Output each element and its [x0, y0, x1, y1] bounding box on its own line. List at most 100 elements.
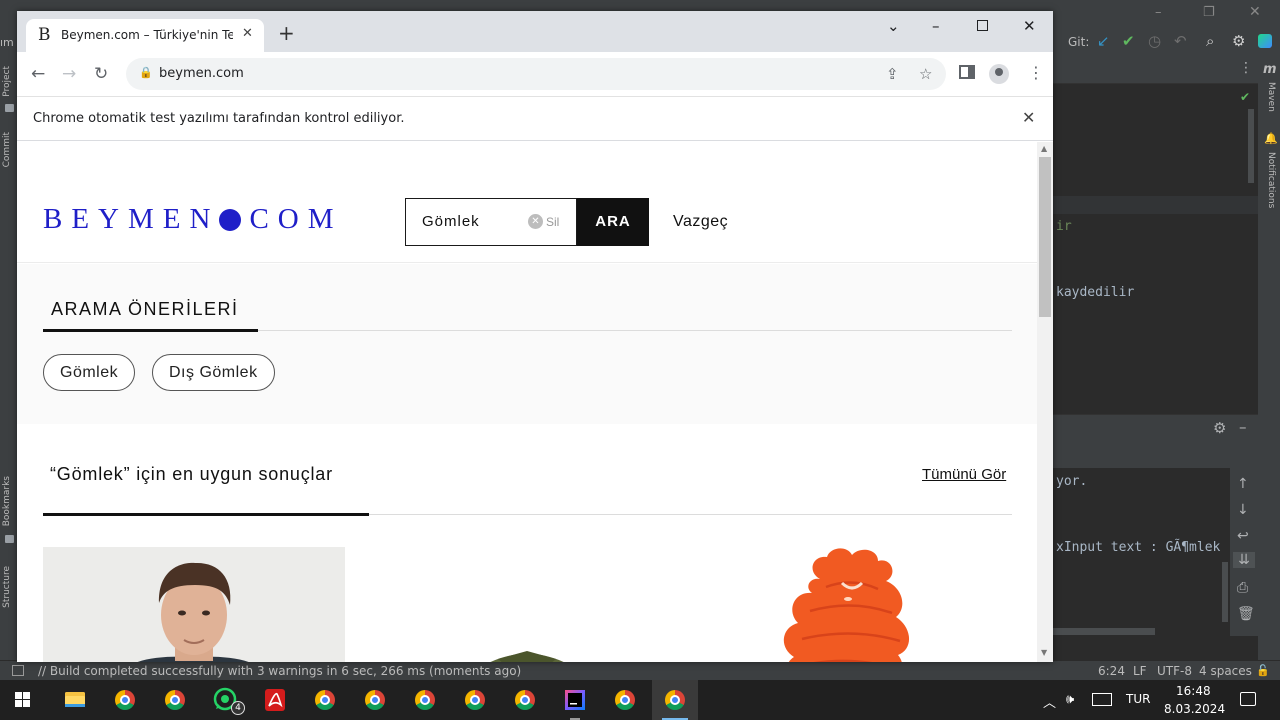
indent-setting[interactable]: 4 spaces	[1199, 664, 1252, 678]
scroll-thumb[interactable]	[1039, 157, 1051, 317]
side-panel-icon[interactable]	[959, 65, 975, 79]
console-vscroll-thumb[interactable]	[1222, 562, 1228, 622]
ide-close-icon[interactable]: ✕	[1249, 4, 1261, 20]
run-settings-gear-icon[interactable]: ⚙	[1213, 419, 1226, 437]
hide-panel-icon[interactable]: –	[1239, 418, 1247, 436]
browser-toolbar: ← → ↻ 🔒 beymen.com ⇪ ☆ ⋮	[17, 52, 1053, 97]
tool-tab-notifications[interactable]: Notifications	[1262, 152, 1276, 208]
print-icon[interactable]: ⎙	[1237, 580, 1248, 596]
scroll-up-arrow-icon[interactable]: ▲	[1041, 144, 1047, 153]
git-update-icon[interactable]: ↙	[1097, 32, 1110, 50]
suggestion-chip[interactable]: Gömlek	[43, 354, 136, 391]
tab-close-icon[interactable]: ✕	[242, 26, 253, 41]
address-bar[interactable]: 🔒 beymen.com ⇪ ☆	[126, 58, 946, 90]
search-button[interactable]: ARA	[577, 198, 649, 246]
settings-gear-icon[interactable]: ⚙	[1232, 32, 1245, 50]
taskbar-chrome[interactable]	[152, 680, 198, 720]
more-vertical-icon[interactable]: ⋮	[1239, 60, 1253, 76]
search-input[interactable]	[422, 213, 522, 230]
product-card-image[interactable]	[372, 547, 674, 662]
trash-icon[interactable]: 🗑	[1237, 606, 1255, 622]
taskbar-chrome[interactable]	[302, 680, 348, 720]
editor-scroll-thumb[interactable]	[1248, 109, 1254, 183]
folder-icon	[65, 692, 85, 707]
clear-search-label[interactable]: Sil	[546, 215, 559, 229]
lock-icon[interactable]: 🔓	[1256, 664, 1270, 677]
see-all-link[interactable]: Tümünü Gör	[922, 466, 1006, 483]
keyboard-icon[interactable]	[1092, 693, 1112, 706]
git-commit-icon[interactable]: ✔	[1122, 32, 1135, 50]
ide-minimize-icon[interactable]: –	[1155, 5, 1162, 20]
search-icon[interactable]: ⌕	[1206, 32, 1214, 50]
scroll-down-arrow-icon[interactable]: ▼	[1041, 648, 1047, 657]
scroll-to-end-icon[interactable]: ⇊	[1233, 552, 1255, 568]
notification-center-icon[interactable]	[1240, 692, 1256, 706]
line-ending[interactable]: LF	[1133, 664, 1147, 678]
maximize-icon[interactable]	[977, 20, 988, 31]
clock-time[interactable]: 16:48	[1176, 684, 1211, 698]
tray-overflow-chevron-icon[interactable]: ︿	[1043, 692, 1056, 711]
logo-text-right: COM	[249, 203, 343, 235]
tool-tab-structure[interactable]: Structure	[2, 566, 16, 608]
file-encoding[interactable]: UTF-8	[1157, 664, 1192, 678]
clear-search-icon[interactable]: ✕	[528, 214, 543, 229]
volume-icon[interactable]: 🕪	[1066, 692, 1074, 707]
product-card-image[interactable]	[43, 547, 345, 662]
back-arrow-icon[interactable]: ←	[31, 64, 45, 84]
beymen-logo[interactable]: BEYMEN COM	[43, 203, 343, 236]
ide-restore-icon[interactable]: ❐	[1203, 5, 1215, 20]
panel-toggle-icon[interactable]	[12, 665, 24, 676]
tool-tab-project[interactable]: Project	[2, 66, 16, 97]
url-text[interactable]: beymen.com	[159, 66, 244, 81]
windows-start-button[interactable]	[0, 680, 46, 720]
page-scrollbar[interactable]: ▲ ▼	[1037, 142, 1053, 662]
soft-wrap-icon[interactable]: ↩	[1237, 528, 1249, 544]
lock-icon[interactable]: 🔒	[139, 66, 153, 79]
arrow-down-icon[interactable]: ↓	[1237, 502, 1249, 518]
taskbar-file-explorer[interactable]	[52, 680, 98, 720]
taskbar-chrome[interactable]	[102, 680, 148, 720]
cancel-button[interactable]: Vazgeç	[673, 213, 728, 231]
console-hscroll-thumb[interactable]	[1053, 628, 1155, 635]
bookmark-star-icon[interactable]: ☆	[919, 65, 932, 83]
chrome-icon	[665, 690, 685, 710]
git-history-icon[interactable]: ◷	[1148, 32, 1161, 50]
git-rollback-icon[interactable]: ↶	[1174, 32, 1187, 50]
caret-position[interactable]: 6:24	[1098, 664, 1125, 678]
taskbar-acrobat[interactable]	[252, 680, 298, 720]
tool-tab-maven[interactable]: Maven	[1262, 82, 1276, 112]
taskbar-intellij[interactable]	[552, 680, 598, 720]
logo-dot-icon	[219, 209, 242, 231]
chrome-icon	[415, 690, 435, 710]
tool-tab-bookmarks[interactable]: Bookmarks	[2, 476, 16, 526]
taskbar-chrome[interactable]	[502, 680, 548, 720]
new-tab-plus-icon[interactable]: +	[278, 23, 295, 43]
taskbar-chrome[interactable]	[452, 680, 498, 720]
taskbar-whatsapp[interactable]: 4	[202, 680, 248, 720]
arrow-up-icon[interactable]: ↑	[1237, 476, 1249, 492]
taskbar-chrome[interactable]	[602, 680, 648, 720]
tab-search-chevron-down-icon[interactable]: ⌄	[887, 17, 900, 35]
share-icon[interactable]: ⇪	[886, 65, 899, 83]
profile-avatar-icon[interactable]	[989, 64, 1009, 84]
infobar-close-icon[interactable]: ✕	[1022, 108, 1035, 127]
taskbar-chrome-active[interactable]	[652, 680, 698, 720]
input-language[interactable]: TUR	[1126, 692, 1150, 706]
product-card-image[interactable]	[702, 547, 1004, 662]
browser-tab[interactable]: B Beymen.com – Türkiye'nin Tek D ✕	[26, 19, 264, 52]
more-vertical-icon[interactable]: ⋮	[1028, 63, 1044, 82]
jetbrains-icon[interactable]	[1258, 34, 1272, 48]
minimize-icon[interactable]: –	[932, 17, 940, 35]
code-editor[interactable]: ✔	[1053, 84, 1258, 414]
git-label: Git:	[1068, 35, 1090, 49]
taskbar-chrome[interactable]	[402, 680, 448, 720]
taskbar-chrome[interactable]	[352, 680, 398, 720]
forward-arrow-icon[interactable]: →	[62, 64, 76, 84]
close-window-icon[interactable]: ✕	[1023, 17, 1036, 35]
search-field[interactable]: ✕ Sil	[405, 198, 577, 246]
tool-tab-commit[interactable]: Commit	[2, 132, 16, 167]
site-header: BEYMEN COM ✕ Sil ARA Vazgeç	[17, 142, 1037, 263]
reload-icon[interactable]: ↻	[94, 64, 108, 84]
suggestion-chip[interactable]: Dış Gömlek	[152, 354, 275, 391]
clock-date[interactable]: 8.03.2024	[1164, 702, 1225, 716]
